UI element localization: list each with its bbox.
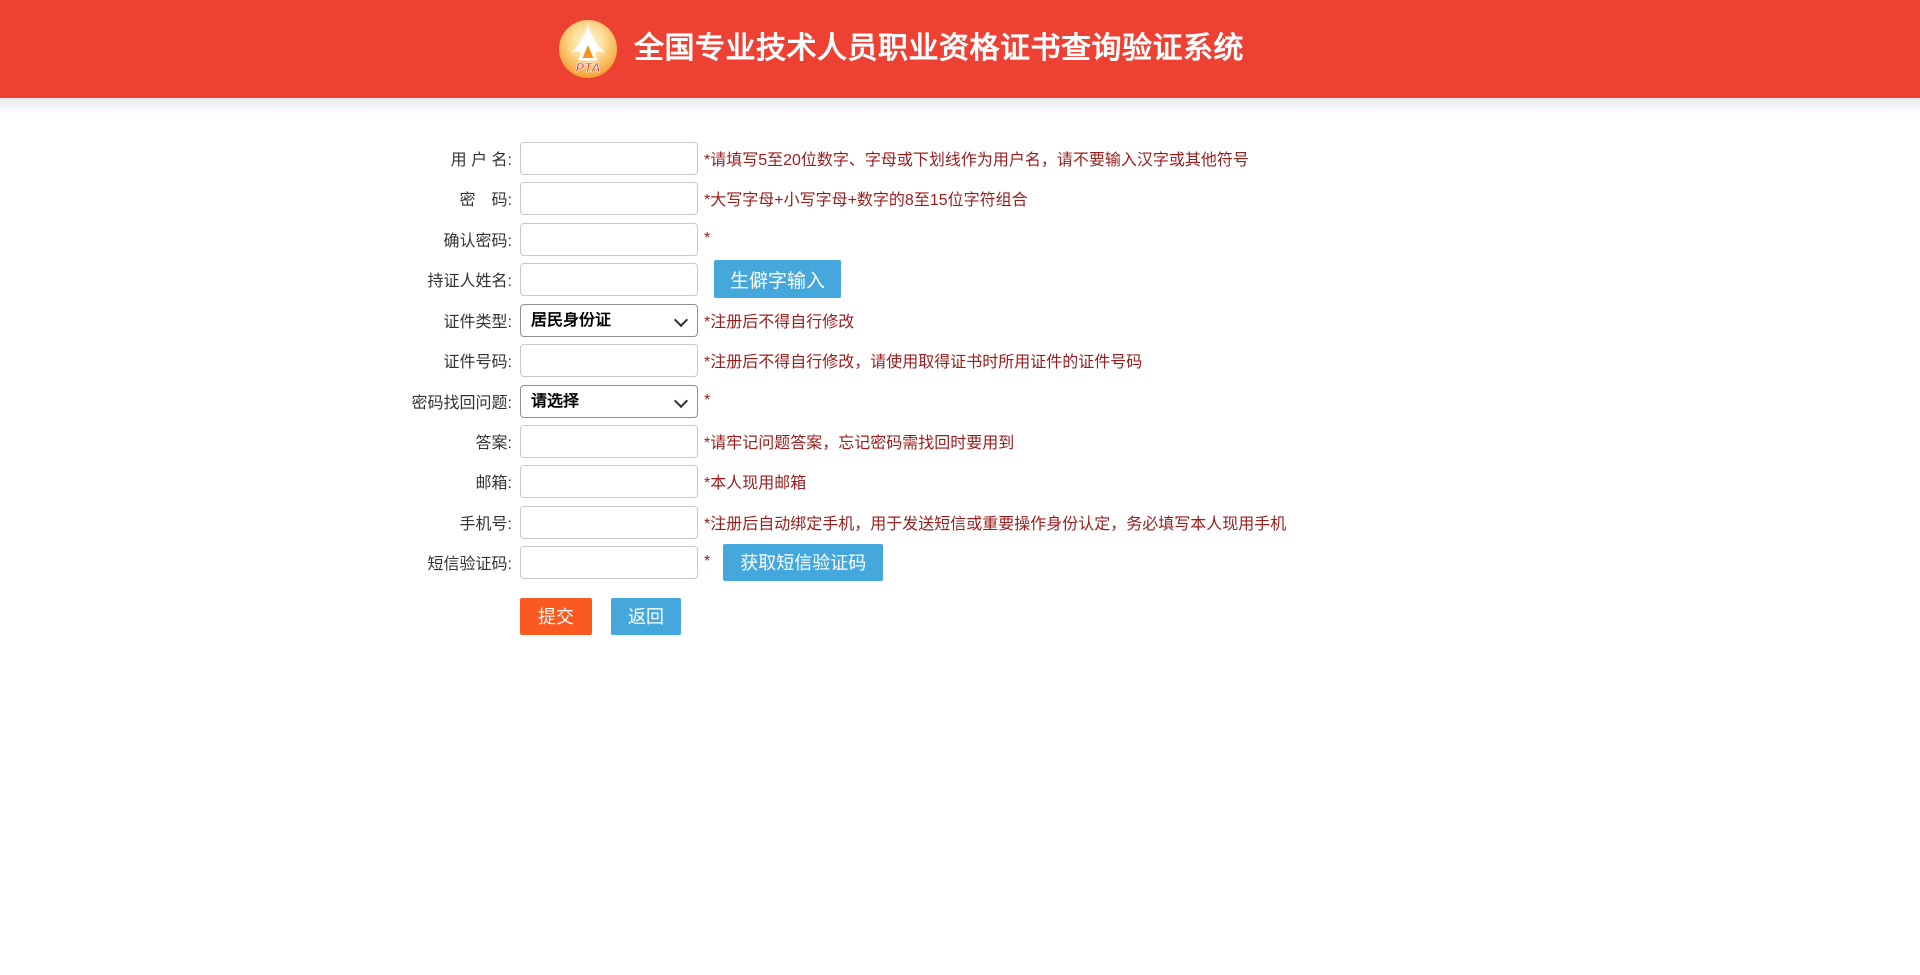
username-label: 用 户 名: [0,146,512,170]
security-question-select[interactable]: 请选择 [520,385,698,418]
email-label: 邮箱: [0,469,512,493]
holder-name-row: 持证人姓名: 生僻字输入 [0,262,1920,296]
sms-code-label: 短信验证码: [0,550,512,574]
sms-code-row: 短信验证码: * 获取短信验证码 [0,545,1920,579]
mobile-input[interactable] [520,506,698,539]
id-type-select[interactable]: 居民身份证 [520,304,698,337]
confirm-password-row: 确认密码: * [0,222,1920,256]
mobile-label: 手机号: [0,510,512,534]
id-number-hint: *注册后不得自行修改，请使用取得证书时所用证件的证件号码 [704,348,1142,372]
id-type-hint: *注册后不得自行修改 [704,308,854,332]
username-hint: *请填写5至20位数字、字母或下划线作为用户名，请不要输入汉字或其他符号 [704,146,1249,170]
sms-code-input[interactable] [520,546,698,579]
registration-form: 提交 返回 用 户 名: *请填写5至20位数字、字母或下划线作为用户名，请不要输… [0,0,1920,975]
answer-hint: *请牢记问题答案，忘记密码需找回时要用到 [704,429,1014,453]
holder-name-input[interactable] [520,263,698,296]
mobile-hint: *注册后自动绑定手机，用于发送短信或重要操作身份认定，务必填写本人现用手机 [704,510,1286,534]
confirm-password-input[interactable] [520,223,698,256]
id-type-label: 证件类型: [0,308,512,332]
confirm-password-hint: * [704,230,710,248]
form-actions: 提交 返回 [520,599,1920,633]
password-label: 密 码: [0,186,512,210]
answer-input[interactable] [520,425,698,458]
submit-button[interactable]: 提交 [520,598,592,635]
rare-character-input-button[interactable]: 生僻字输入 [714,260,841,298]
id-type-select-wrap: 居民身份证 [520,304,698,337]
mobile-row: 手机号: *注册后自动绑定手机，用于发送短信或重要操作身份认定，务必填写本人现用手… [0,505,1920,539]
security-question-row: 密码找回问题: 请选择 * [0,384,1920,418]
answer-label: 答案: [0,429,512,453]
email-hint: *本人现用邮箱 [704,469,806,493]
holder-name-label: 持证人姓名: [0,267,512,291]
id-number-label: 证件号码: [0,348,512,372]
password-hint: *大写字母+小写字母+数字的8至15位字符组合 [704,186,1028,210]
id-type-row: 证件类型: 居民身份证*注册后不得自行修改 [0,303,1920,337]
confirm-password-label: 确认密码: [0,227,512,251]
get-sms-code-button[interactable]: 获取短信验证码 [723,544,883,581]
back-button[interactable]: 返回 [611,598,681,635]
username-row: 用 户 名: *请填写5至20位数字、字母或下划线作为用户名，请不要输入汉字或其他… [0,141,1920,175]
id-number-row: 证件号码: *注册后不得自行修改，请使用取得证书时所用证件的证件号码 [0,343,1920,377]
password-input[interactable] [520,182,698,215]
id-number-input[interactable] [520,344,698,377]
username-input[interactable] [520,142,698,175]
sms-code-hint: * [704,553,710,571]
password-row: 密 码: *大写字母+小写字母+数字的8至15位字符组合 [0,181,1920,215]
email-input[interactable] [520,465,698,498]
email-row: 邮箱: *本人现用邮箱 [0,464,1920,498]
security-question-select-wrap: 请选择 [520,385,698,418]
answer-row: 答案: *请牢记问题答案，忘记密码需找回时要用到 [0,424,1920,458]
security-question-label: 密码找回问题: [0,389,512,413]
security-question-hint: * [704,392,710,410]
page: { "colors": { "header_bg": "#ed4134", "t… [0,0,1920,975]
